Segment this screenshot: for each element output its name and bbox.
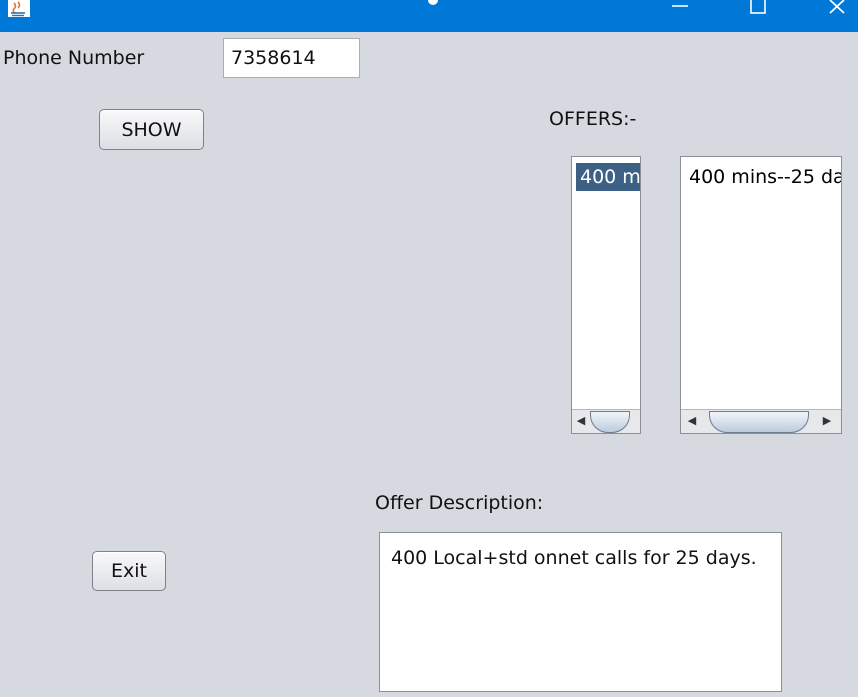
scrollbar-thumb[interactable] <box>709 411 809 433</box>
offers-label: OFFERS:- <box>549 108 637 130</box>
scroll-left-icon[interactable]: ◀ <box>684 413 700 429</box>
exit-button[interactable]: Exit <box>92 551 166 591</box>
offers-list-item[interactable]: 400 mins--25 days <box>576 163 640 191</box>
java-app-icon[interactable] <box>6 0 34 18</box>
offers-detail-scrollbar[interactable]: ◀ ▶ <box>681 409 841 433</box>
scroll-right-icon[interactable]: ▶ <box>819 413 835 429</box>
title-indicator-icon <box>428 0 438 5</box>
scrollbar-thumb[interactable] <box>590 411 630 433</box>
offer-description-text[interactable]: 400 Local+std onnet calls for 25 days. <box>379 532 782 692</box>
title-bar[interactable] <box>0 0 858 32</box>
maximize-icon[interactable] <box>738 0 778 18</box>
offers-list[interactable]: 400 mins--25 days ◀ <box>571 156 641 434</box>
show-button[interactable]: SHOW <box>99 109 204 150</box>
scroll-left-icon[interactable]: ◀ <box>573 413 589 429</box>
phone-number-field[interactable] <box>223 38 360 78</box>
offer-description-label: Offer Description: <box>375 492 544 514</box>
close-icon[interactable] <box>818 0 858 18</box>
app-window: Phone Number SHOW OFFERS:- 400 mins--25 … <box>0 0 858 697</box>
offers-detail-list[interactable]: 400 mins--25 days ◀ ▶ <box>680 156 842 434</box>
phone-number-label: Phone Number <box>3 47 145 69</box>
minimize-icon[interactable] <box>660 0 700 18</box>
offers-detail-list-item[interactable]: 400 mins--25 days <box>685 163 841 191</box>
offers-list-scrollbar[interactable]: ◀ <box>572 409 640 433</box>
